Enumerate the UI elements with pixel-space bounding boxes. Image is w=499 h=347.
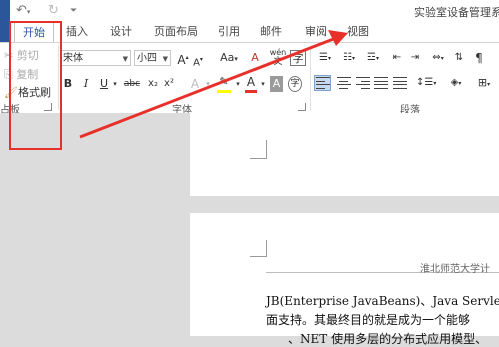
annotation-arrow-line	[79, 36, 337, 139]
annotation-arrow	[79, 30, 348, 139]
annotation-arrow-head	[328, 30, 348, 46]
